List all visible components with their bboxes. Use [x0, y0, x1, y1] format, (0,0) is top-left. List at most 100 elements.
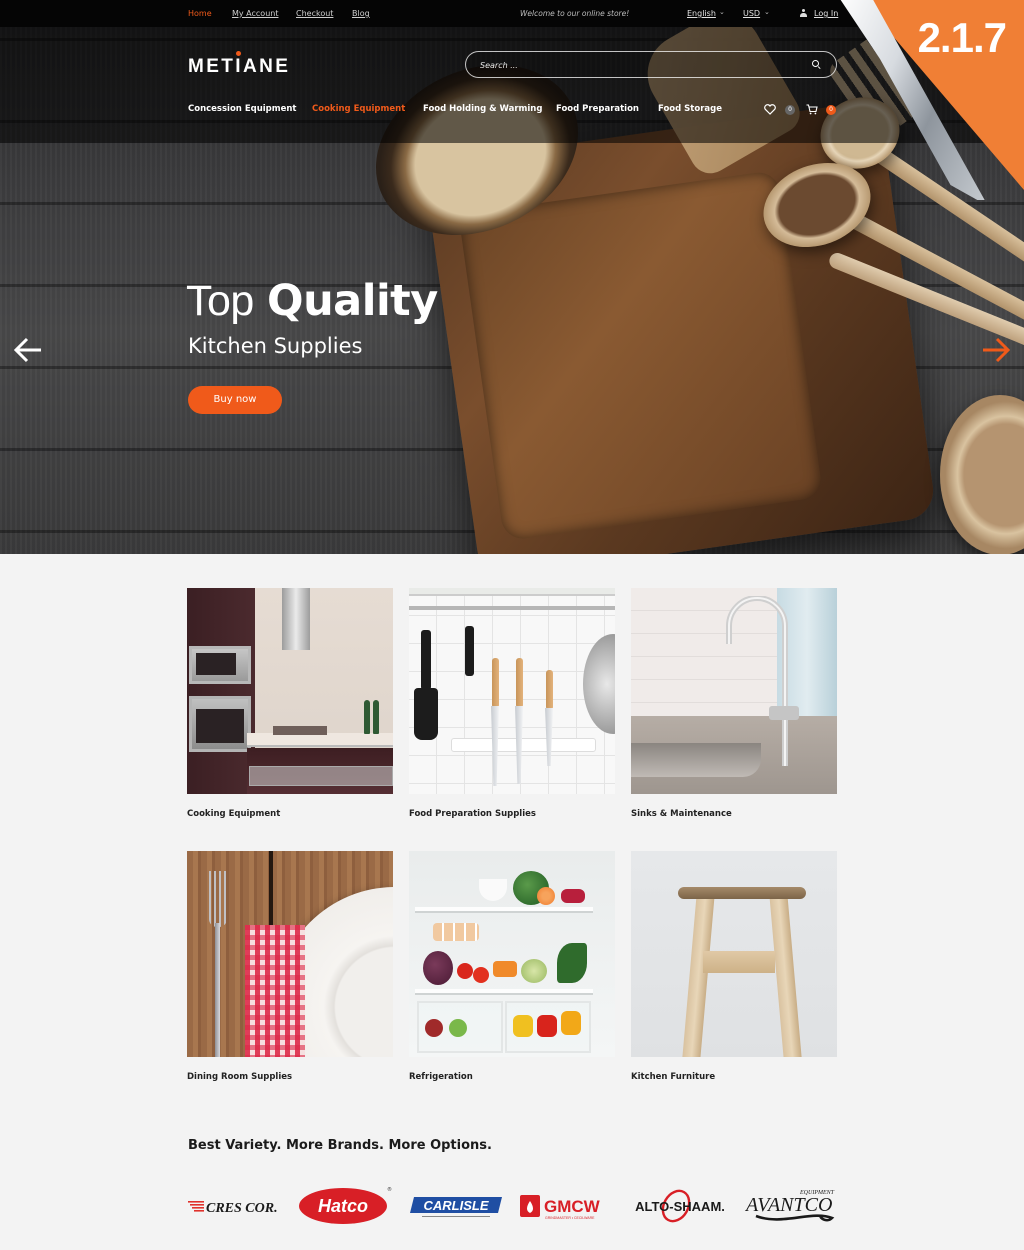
hatco-logo-icon: Hatco ® — [299, 1186, 392, 1224]
category-label[interactable]: Cooking Equipment — [187, 809, 280, 819]
hero-subtitle: Kitchen Supplies — [188, 334, 363, 358]
hero-title-bold: Quality — [267, 276, 438, 326]
fridge-shelf — [415, 989, 593, 995]
microwave — [189, 646, 251, 684]
alto-shaam-logo-icon: ALTO-SHAAM. — [635, 1189, 725, 1223]
svg-text:®: ® — [387, 1186, 392, 1193]
welcome-message: Welcome to our online store! — [520, 9, 630, 18]
nav-item-food-holding-warming[interactable]: Food Holding & Warming — [423, 104, 542, 114]
category-label[interactable]: Dining Room Supplies — [187, 1072, 292, 1082]
user-icon — [800, 9, 807, 17]
cranberries — [561, 889, 585, 903]
category-label[interactable]: Food Preparation Supplies — [409, 809, 536, 819]
svg-text:Hatco: Hatco — [318, 1196, 368, 1216]
eggs — [433, 923, 479, 941]
shelf — [409, 588, 615, 596]
nav-item-food-storage[interactable]: Food Storage — [658, 104, 722, 114]
cooktop — [273, 726, 327, 735]
version-label: 2.1.7 — [917, 14, 1007, 61]
knife-blade — [545, 708, 553, 766]
stool-leg — [681, 896, 715, 1057]
napkin — [245, 925, 305, 1057]
buy-now-button[interactable]: Buy now — [188, 386, 282, 414]
grapefruit — [537, 887, 555, 905]
topbar-link-checkout[interactable]: Checkout — [296, 9, 333, 18]
category-image-sinks-maintenance[interactable] — [631, 588, 837, 794]
wishlist-count-badge: 0 — [785, 105, 795, 115]
svg-text:CARLISLE: CARLISLE — [424, 1198, 489, 1213]
logo[interactable]: METIANE — [188, 56, 290, 78]
stool-seat — [678, 887, 806, 899]
language-selector[interactable]: English — [687, 9, 716, 18]
stool-crossbar — [703, 951, 775, 973]
svg-text:AVANTCO: AVANTCO — [744, 1194, 832, 1216]
category-label[interactable]: Kitchen Furniture — [631, 1072, 715, 1082]
category-image-refrigeration[interactable] — [409, 851, 615, 1057]
brand-logo-cres-cor[interactable]: CRES COR. — [186, 1186, 286, 1226]
drawer — [249, 766, 393, 786]
search-input[interactable] — [480, 57, 800, 73]
avantco-logo-icon: EQUIPMENT AVANTCO — [744, 1190, 835, 1222]
tomato — [473, 967, 489, 983]
category-label[interactable]: Refrigeration — [409, 1072, 473, 1082]
greens — [557, 943, 587, 983]
currency-selector[interactable]: USD — [743, 9, 760, 18]
version-ribbon: 2.1.7 — [824, 0, 1024, 200]
brand-logo-hatco[interactable]: Hatco ® — [298, 1186, 392, 1226]
wood-gap — [269, 851, 273, 931]
knife-blade — [515, 706, 523, 784]
brands-heading: Best Variety. More Brands. More Options. — [188, 1138, 492, 1153]
tomato — [457, 963, 473, 979]
category-image-cooking-equipment[interactable] — [187, 588, 393, 794]
pepper — [561, 1011, 581, 1035]
bowl — [479, 879, 507, 901]
cabinet — [187, 588, 255, 794]
brand-logo-alto-shaam[interactable]: ALTO-SHAAM. — [630, 1186, 730, 1226]
nav-item-concession-equipment[interactable]: Concession Equipment — [188, 104, 297, 114]
brand-logo-avantco[interactable]: EQUIPMENT AVANTCO — [742, 1186, 838, 1226]
topbar-link-home[interactable]: Home — [188, 9, 212, 18]
chevron-down-icon: ⌄ — [719, 8, 725, 16]
hero-title-light: Top — [186, 277, 254, 325]
category-image-kitchen-furniture[interactable] — [631, 851, 837, 1057]
nav-item-cooking-equipment[interactable]: Cooking Equipment — [312, 104, 405, 114]
topbar-link-my-account[interactable]: My Account — [232, 9, 278, 18]
bottle — [373, 700, 379, 734]
brand-logo-gmcw[interactable]: GMCW GRINDMASTER • CECILWARE — [518, 1186, 618, 1226]
range-hood — [282, 588, 310, 650]
cabbage — [423, 951, 453, 985]
knife-blade — [491, 706, 499, 786]
apple — [449, 1019, 467, 1037]
hero-title: Top Quality — [186, 276, 438, 326]
spatula-head — [414, 688, 438, 740]
peeler-handle — [465, 626, 474, 676]
category-image-dining-room[interactable] — [187, 851, 393, 1057]
search-icon[interactable] — [812, 60, 820, 68]
bottle — [364, 700, 370, 734]
utensil-rail — [409, 606, 615, 610]
spatula-handle — [421, 630, 431, 690]
category-image-food-preparation[interactable] — [409, 588, 615, 794]
knife-handle — [492, 658, 499, 708]
topbar-link-blog[interactable]: Blog — [352, 9, 370, 18]
brand-logo-carlisle[interactable]: CARLISLE — [408, 1186, 504, 1226]
svg-text:GRINDMASTER • CECILWARE: GRINDMASTER • CECILWARE — [545, 1216, 595, 1220]
category-label[interactable]: Sinks & Maintenance — [631, 809, 732, 819]
pepper — [537, 1015, 557, 1037]
fork — [209, 871, 227, 1057]
hero-spoon-image — [940, 395, 1024, 554]
nav-item-food-preparation[interactable]: Food Preparation — [556, 104, 639, 114]
carlisle-logo-icon: CARLISLE — [410, 1197, 502, 1217]
logo-dot — [236, 51, 241, 56]
oven — [189, 696, 251, 752]
magnetic-knife-bar — [451, 738, 596, 752]
wishlist-heart-icon[interactable] — [764, 104, 776, 115]
slider-prev-arrow-icon[interactable] — [12, 334, 44, 366]
apple — [425, 1019, 443, 1037]
fridge-shelf — [415, 907, 593, 913]
knife-handle — [516, 658, 523, 708]
cart-icon[interactable] — [806, 104, 818, 115]
knife-handle — [546, 670, 553, 710]
colander — [583, 634, 615, 734]
slider-next-arrow-icon[interactable] — [980, 334, 1012, 366]
